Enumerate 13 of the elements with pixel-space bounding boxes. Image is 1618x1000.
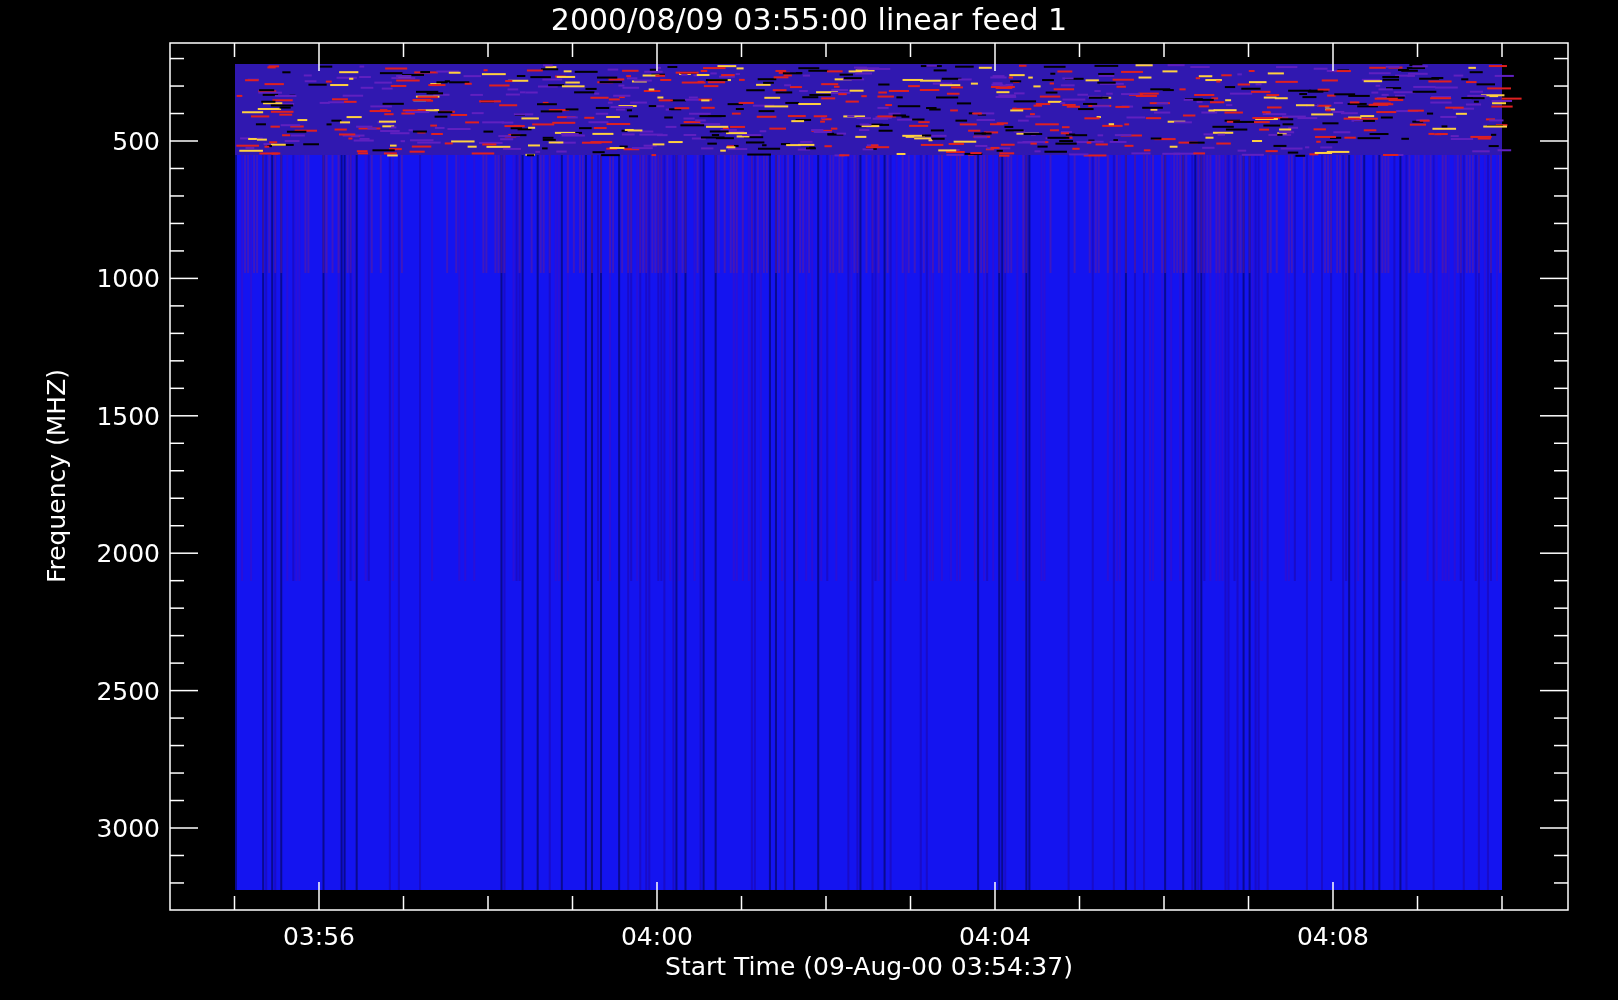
- x-tick-label: 04:04: [959, 922, 1031, 951]
- x-tick-label: 03:56: [283, 922, 355, 951]
- y-tick-label: 3000: [96, 814, 160, 843]
- x-tick-label: 04:08: [1297, 922, 1369, 951]
- y-tick-label: 500: [112, 127, 160, 156]
- y-tick-label: 1000: [96, 264, 160, 294]
- chart-title: 2000/08/09 03:55:00 linear feed 1: [550, 2, 1068, 37]
- x-axis-label: Start Time (09-Aug-00 03:54:37): [665, 952, 1073, 981]
- y-tick-label: 2000: [96, 539, 160, 569]
- y-axis-label: Frequency (MHZ): [42, 368, 71, 584]
- y-tick-label: 1500: [96, 401, 160, 431]
- y-tick-label: 2500: [96, 676, 160, 706]
- x-tick-label: 04:00: [621, 922, 693, 951]
